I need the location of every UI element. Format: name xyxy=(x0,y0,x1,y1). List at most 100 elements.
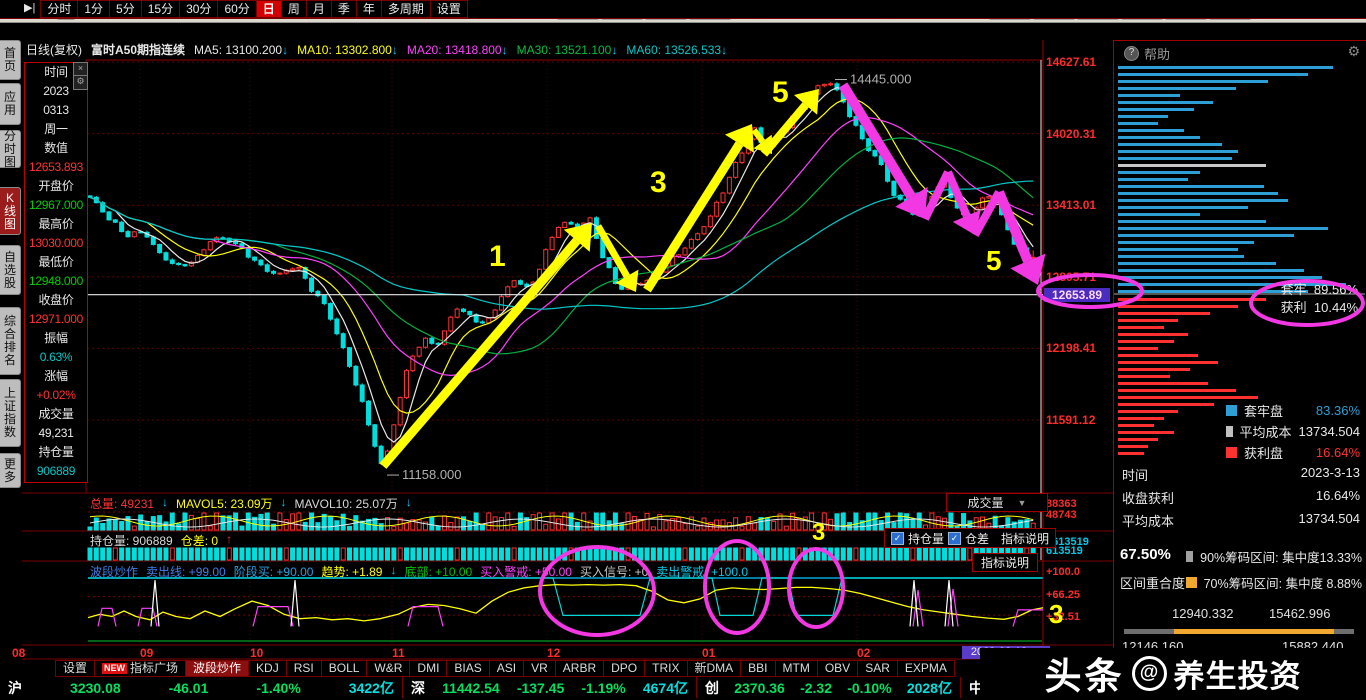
tf-item-5分[interactable]: 5分 xyxy=(110,0,142,18)
at-icon: @ xyxy=(1131,655,1167,691)
tab-BOLL[interactable]: BOLL xyxy=(321,660,368,677)
chip-distribution-panel: ? 帮助 ⚙ 套牢 89.56% 获利 10.44% 套牢盘 83.36% 平均成本… xyxy=(1113,40,1366,662)
tab-指标广场[interactable]: NEW 指标广场 xyxy=(95,660,187,677)
indicator-explain-link[interactable]: 指标说明 xyxy=(972,553,1038,572)
pos-header-item-1: 仓差: 0 xyxy=(180,534,219,548)
ma-item-0: MA5: 13100.200↓ xyxy=(194,43,289,57)
vol-header-item-5: ↓ xyxy=(405,495,412,509)
ma-item-2: MA20: 13418.800↓ xyxy=(406,43,508,57)
tab-新DMA[interactable]: 新DMA xyxy=(687,660,742,677)
tf-item-日[interactable]: 日 xyxy=(256,0,282,18)
overlap-label: 区间重合度 xyxy=(1120,576,1186,591)
tf-item-设置[interactable]: 设置 xyxy=(430,0,468,18)
price-axis-label-1: 14020.31 xyxy=(1046,126,1097,141)
tab-SAR[interactable]: SAR xyxy=(858,660,898,677)
tf-item-月[interactable]: 月 xyxy=(306,0,332,18)
ind-header-item-4: ↓ xyxy=(390,563,397,577)
collapse-left-icon[interactable]: ▶| xyxy=(0,0,40,18)
vol-header-item-2: MAVOL5: 23.09万 xyxy=(176,497,273,511)
trapped-ratio: 套牢 89.56% xyxy=(1280,282,1358,297)
sidebar-item-更多[interactable]: 更多 xyxy=(0,453,21,488)
indicator-header: 波段炒作 卖出线: +99.00 阶段买: +90.00 趋势: +1.89 ↓ 底部: … xyxy=(90,563,748,580)
ind-header-item-6: 买入警戒: +50.00 xyxy=(480,565,572,579)
ind-header-item-8: 卖出警戒: +100.0 xyxy=(656,565,749,579)
tab-DMI[interactable]: DMI xyxy=(410,660,448,677)
period-label: 日线(复权) xyxy=(26,43,82,57)
sidebar-item-分时图[interactable]: 分时图 xyxy=(0,129,21,168)
tab-BIAS[interactable]: BIAS xyxy=(447,660,490,677)
ind-header-item-7: 买入信号: +0 xyxy=(579,565,649,579)
watermark-brand: 头条 xyxy=(1044,656,1125,697)
info-row-18: 成交量 xyxy=(38,407,74,421)
tab-DPO[interactable]: DPO xyxy=(604,660,646,677)
checkbox-仓差[interactable]: ✓ xyxy=(948,531,962,545)
tf-item-1分[interactable]: 1分 xyxy=(78,0,111,18)
range-slider[interactable] xyxy=(1124,629,1354,634)
tf-item-多周期[interactable]: 多周期 xyxy=(381,0,431,18)
chip-settings-gear-icon[interactable]: ⚙ xyxy=(1347,43,1360,60)
volume-type-dropdown[interactable]: 成交量 ▼ xyxy=(946,493,1048,512)
tab-TRIX[interactable]: TRIX xyxy=(645,660,688,677)
index-segment-沪: 沪 3230.08 -46.01 -1.40% 3422亿 xyxy=(0,677,403,698)
tab-波段炒作[interactable]: 波段炒作 xyxy=(186,660,250,677)
ind-axis-2: +32.51 xyxy=(1046,611,1080,623)
chip-legend-0: 套牢盘 83.36% xyxy=(1226,401,1360,420)
tf-item-30分[interactable]: 30分 xyxy=(180,0,219,18)
tab-设置[interactable]: 设置 xyxy=(55,660,96,677)
tf-item-分时[interactable]: 分时 xyxy=(40,0,79,18)
info-row-13: 12971.000 xyxy=(28,312,84,326)
info-row-20: 持仓量 xyxy=(38,445,74,459)
price-axis-label-3: 12805.71 xyxy=(1046,269,1097,284)
checkbox-持仓量[interactable]: ✓ xyxy=(891,531,904,545)
date-axis: 2023-03-13,— 08091011120102 xyxy=(0,646,1110,660)
tf-item-周[interactable]: 周 xyxy=(281,0,307,18)
chip-legend-2: 获利盘 16.64% xyxy=(1226,443,1360,462)
date-tick-02: 02 xyxy=(857,646,871,660)
tab-BBI[interactable]: BBI xyxy=(741,660,776,677)
chip-range-0: 90%筹码区间: 集中度13.33% xyxy=(1186,547,1362,566)
vol-header-item-4: MAVOL10: 25.07万 xyxy=(294,497,398,511)
tab-W&R[interactable]: W&R xyxy=(367,660,411,677)
volume-header: 总量: 49231 ↓ MAVOL5: 23.09万 ↓ MAVOL10: 25.07万… xyxy=(90,495,412,512)
info-row-12: 收盘价 xyxy=(38,293,74,307)
tab-KDJ[interactable]: KDJ xyxy=(249,660,287,677)
info-row-14: 振幅 xyxy=(44,331,68,345)
watermark-name: 养生投资 xyxy=(1173,658,1302,694)
sidebar-item-首页[interactable]: 首页 xyxy=(0,40,21,80)
index-segment-创: 创 2370.36 -2.32 -0.10% 2028亿 xyxy=(697,677,961,698)
price-axis-label-0: 14627.61 xyxy=(1046,55,1097,69)
question-icon: ? xyxy=(1124,46,1139,61)
tab-RSI[interactable]: RSI xyxy=(286,660,322,677)
sidebar-item-K线图[interactable]: K线图 xyxy=(0,187,21,235)
tf-item-年[interactable]: 年 xyxy=(356,0,382,18)
sidebar-item-自选股[interactable]: 自选股 xyxy=(0,245,21,295)
help-button[interactable]: ? 帮助 xyxy=(1124,44,1170,63)
sidebar-item-上证指数[interactable]: 上证指数 xyxy=(0,379,21,447)
tab-MTM[interactable]: MTM xyxy=(775,660,818,677)
volume-dropdown-label: 成交量 xyxy=(967,496,1004,510)
info-row-16: 涨幅 xyxy=(44,369,68,383)
range-high: 15462.996 xyxy=(1269,606,1331,621)
tab-VR[interactable]: VR xyxy=(524,660,556,677)
info-row-19: 49,231 xyxy=(38,426,74,440)
tf-item-60分[interactable]: 60分 xyxy=(218,0,257,18)
info-row-10: 最低价 xyxy=(38,255,74,269)
svg-text:11158.000: 11158.000 xyxy=(402,467,462,482)
tf-item-季[interactable]: 季 xyxy=(331,0,357,18)
svg-text:3: 3 xyxy=(650,166,667,199)
timeframe-bar: ▶| 分时 1分 5分 15分 30分 60分日周月季年多周期 设置 xyxy=(0,0,1366,19)
gear-icon[interactable]: ⚙ xyxy=(73,75,88,90)
tab-ARBR[interactable]: ARBR xyxy=(555,660,605,677)
sidebar-item-综合排名[interactable]: 综合排名 xyxy=(0,307,21,375)
position-explain-link[interactable]: 指标说明 xyxy=(1001,530,1049,547)
tab-ASI[interactable]: ASI xyxy=(489,660,525,677)
tf-item-15分[interactable]: 15分 xyxy=(141,0,181,18)
tab-OBV[interactable]: OBV xyxy=(817,660,859,677)
info-row-3: 周一 xyxy=(44,122,68,136)
ma-item-3: MA30: 13521.100↓ xyxy=(516,43,618,57)
tab-EXPMA[interactable]: EXPMA xyxy=(897,660,955,677)
chip-info-0: 时间 2023-3-13 xyxy=(1122,465,1360,483)
chevron-down-icon: ▼ xyxy=(1017,497,1027,508)
vol-header-item-0: 总量: 49231 xyxy=(90,497,155,511)
sidebar-item-应用[interactable]: 应用 xyxy=(0,83,21,125)
